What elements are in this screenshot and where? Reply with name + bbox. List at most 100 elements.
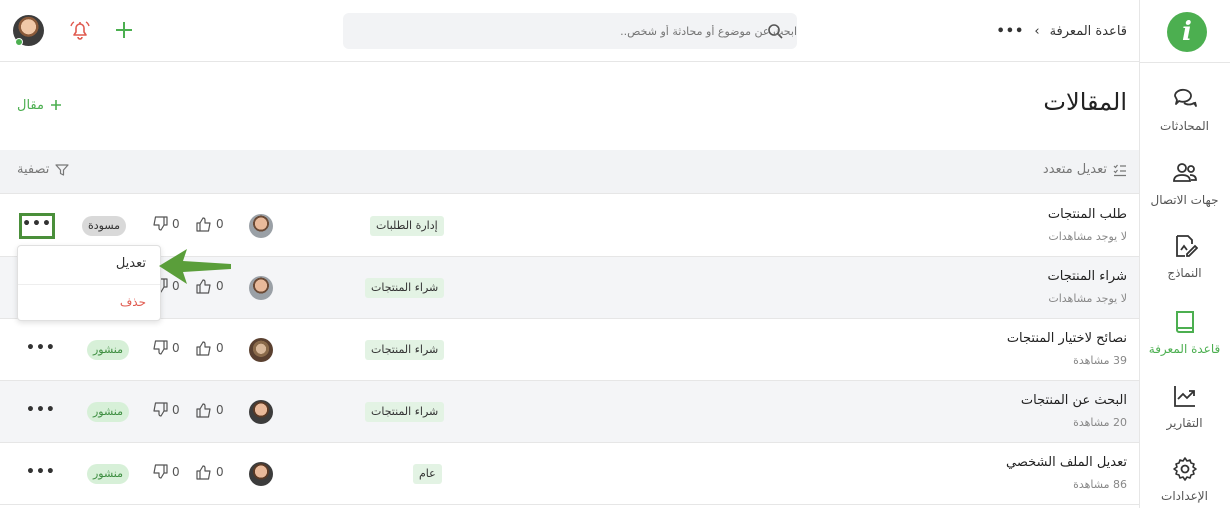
- bulk-edit-label: تعديل متعدد: [1042, 162, 1107, 177]
- status-badge: مسودة: [82, 216, 127, 236]
- dislikes-value: 0: [172, 465, 180, 479]
- sidebar-item-label: جهات الاتصال: [1150, 193, 1219, 207]
- sidebar-item-knowledge-base[interactable]: قاعدة المعرفة: [1139, 309, 1230, 379]
- author-avatar: [249, 276, 273, 300]
- breadcrumb: قاعدة المعرفة › •••: [996, 21, 1127, 41]
- row-actions-button[interactable]: •••: [26, 464, 55, 484]
- breadcrumb-current[interactable]: قاعدة المعرفة: [1050, 24, 1127, 39]
- thumbs-down-icon: [153, 464, 168, 479]
- filter-funnel-icon: [55, 163, 69, 176]
- dislikes-count[interactable]: 0: [152, 464, 180, 480]
- category-tag: إدارة الطلبات: [370, 216, 444, 236]
- category-tag: عام: [413, 464, 442, 484]
- app-logo[interactable]: i: [1167, 12, 1207, 52]
- sidebar-item-contacts[interactable]: جهات الاتصال: [1139, 160, 1230, 230]
- row-actions-button[interactable]: •••: [26, 402, 55, 422]
- menu-divider: [18, 284, 160, 285]
- article-views: لا يوجد مشاهدات: [1048, 230, 1127, 243]
- sidebar-item-label: قاعدة المعرفة: [1148, 342, 1221, 356]
- top-header: قاعدة المعرفة › •••: [0, 0, 1139, 62]
- thumbs-down-icon: [153, 340, 168, 355]
- author-avatar: [249, 338, 273, 362]
- article-title[interactable]: البحث عن المنتجات: [1021, 393, 1127, 408]
- article-title[interactable]: طلب المنتجات: [1048, 207, 1127, 222]
- sidebar-nav: i المحادثات جهات الاتصال النماذج قاعدة ا…: [1139, 0, 1230, 508]
- sidebar-item-settings[interactable]: الإعدادات: [1139, 456, 1230, 508]
- dislikes-value: 0: [172, 217, 180, 231]
- category-tag: شراء المنتجات: [365, 402, 445, 422]
- row-actions-menu: تعديل حذف: [17, 245, 161, 321]
- likes-value: 0: [216, 217, 224, 231]
- page-title: المقالات: [1043, 88, 1127, 116]
- add-article-label: مقال: [17, 97, 44, 113]
- dislikes-value: 0: [172, 403, 180, 417]
- thumbs-up-icon: [196, 341, 211, 356]
- dislikes-value: 0: [172, 341, 180, 355]
- dislikes-count[interactable]: 0: [152, 402, 180, 418]
- add-article-button[interactable]: مقال: [17, 95, 62, 115]
- sidebar-item-label: الإعدادات: [1161, 489, 1208, 503]
- article-title[interactable]: نصائح لاختيار المنتجات: [1007, 331, 1127, 346]
- menu-item-edit[interactable]: تعديل: [116, 256, 146, 271]
- row-actions-button-highlighted[interactable]: •••: [19, 213, 55, 239]
- likes-count[interactable]: 0: [196, 402, 224, 418]
- article-views: 39 مشاهدة: [1073, 354, 1127, 367]
- dislikes-count[interactable]: 0: [152, 216, 180, 232]
- author-avatar: [249, 400, 273, 424]
- notification-bell-icon[interactable]: [69, 19, 91, 41]
- article-title[interactable]: شراء المنتجات: [1048, 269, 1127, 284]
- breadcrumb-separator-icon: ›: [1034, 23, 1040, 39]
- category-tag: شراء المنتجات: [365, 340, 445, 360]
- gear-icon: [1173, 457, 1197, 481]
- category-tag: شراء المنتجات: [365, 278, 445, 298]
- chart-trend-icon: [1174, 386, 1195, 407]
- sidebar-item-reports[interactable]: التقارير: [1139, 383, 1230, 453]
- status-badge: منشور: [87, 464, 130, 484]
- sidebar-item-label: المحادثات: [1160, 119, 1209, 133]
- checklist-icon: [1113, 164, 1126, 176]
- plus-icon: [50, 100, 61, 110]
- online-status-dot: [15, 38, 23, 46]
- book-icon: [1176, 311, 1194, 333]
- sidebar-item-label: التقارير: [1166, 416, 1203, 430]
- likes-count[interactable]: 0: [196, 464, 224, 480]
- status-badge: منشور: [87, 402, 130, 422]
- pointer-arrow-icon: [159, 249, 231, 284]
- menu-item-delete[interactable]: حذف: [120, 295, 146, 309]
- article-views: لا يوجد مشاهدات: [1048, 292, 1127, 305]
- table-row[interactable]: تعديل الملف الشخصي 86 مشاهدة عام 0 0 منش…: [0, 443, 1139, 505]
- search-input[interactable]: [377, 13, 797, 49]
- dislikes-count[interactable]: 0: [152, 340, 180, 356]
- sidebar-item-conversations[interactable]: المحادثات: [1139, 86, 1230, 156]
- sidebar-divider: [1139, 62, 1230, 63]
- sidebar-item-label: النماذج: [1167, 266, 1202, 280]
- contacts-icon: [1173, 163, 1197, 182]
- search-box: [343, 13, 797, 49]
- likes-value: 0: [216, 465, 224, 479]
- row-actions-button[interactable]: •••: [26, 340, 55, 360]
- thumbs-down-icon: [153, 402, 168, 417]
- table-row[interactable]: نصائح لاختيار المنتجات 39 مشاهدة شراء ال…: [0, 319, 1139, 381]
- bulk-edit-button[interactable]: تعديل متعدد: [1043, 162, 1127, 177]
- articles-toolbar: تعديل متعدد تصفية: [0, 150, 1139, 194]
- filter-label: تصفية: [17, 162, 50, 177]
- article-title[interactable]: تعديل الملف الشخصي: [1006, 455, 1127, 470]
- author-avatar: [249, 462, 273, 486]
- table-row[interactable]: البحث عن المنتجات 20 مشاهدة شراء المنتجا…: [0, 381, 1139, 443]
- chat-bubbles-icon: [1174, 88, 1197, 107]
- status-badge: منشور: [87, 340, 130, 360]
- filter-button[interactable]: تصفية: [17, 162, 69, 177]
- form-edit-icon: [1176, 235, 1198, 257]
- add-new-plus-icon[interactable]: [113, 19, 135, 41]
- thumbs-up-icon: [196, 403, 211, 418]
- thumbs-down-icon: [153, 216, 168, 231]
- breadcrumb-more-button[interactable]: •••: [996, 24, 1024, 39]
- author-avatar: [249, 214, 273, 238]
- likes-count[interactable]: 0: [196, 216, 224, 232]
- sidebar-item-forms[interactable]: النماذج: [1139, 233, 1230, 303]
- likes-value: 0: [216, 403, 224, 417]
- likes-count[interactable]: 0: [196, 340, 224, 356]
- article-views: 20 مشاهدة: [1073, 416, 1127, 429]
- thumbs-up-icon: [196, 217, 211, 232]
- thumbs-up-icon: [196, 465, 211, 480]
